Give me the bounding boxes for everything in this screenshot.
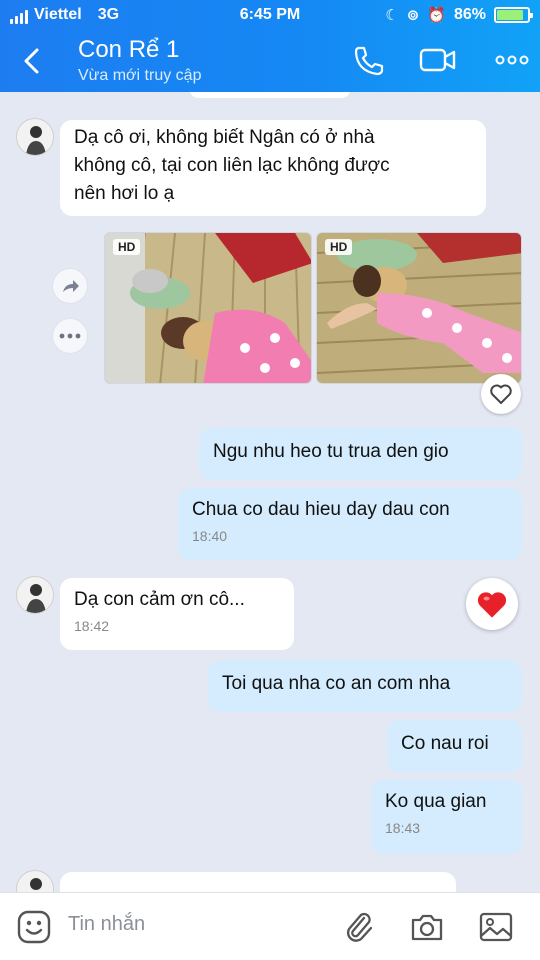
message-time: 18:40 [192, 528, 228, 544]
photo-attachment[interactable]: HD [316, 232, 522, 384]
more-icon[interactable] [494, 44, 530, 76]
message-bubble-outgoing[interactable]: Co nau roi [387, 720, 522, 772]
alarm-icon: ⏰ [427, 7, 446, 24]
photo-image [105, 233, 311, 383]
video-icon[interactable] [418, 44, 458, 76]
rotation-lock-icon: ⊚ [406, 7, 420, 24]
chat-header: Viettel 3G 6:45 PM ☾ ⊚ ⏰ 86% Con Rể 1 Vừ… [0, 0, 540, 92]
avatar[interactable] [16, 576, 54, 614]
message-text: nên hơi lo ạ [74, 183, 175, 204]
message-bubble-incoming[interactable] [60, 872, 456, 892]
message-text: Toi qua nha co an com nha [222, 673, 451, 694]
message-input[interactable]: Tin nhắn [68, 913, 145, 936]
message-bubble-outgoing[interactable]: Chua co dau hieu day dau con 18:40 [178, 488, 522, 560]
message-text: Ngu nhu heo tu trua den gio [213, 441, 449, 462]
presence-status: Vừa mới truy cập [78, 67, 202, 84]
message-composer: Tin nhắn [0, 892, 540, 960]
previous-message-stub [190, 92, 350, 98]
message-bubble-outgoing[interactable]: Toi qua nha co an com nha [208, 660, 522, 712]
message-text: Dạ cô ơi, không biết Ngân có ở nhà [74, 127, 375, 148]
message-bubble-incoming[interactable]: Dạ cô ơi, không biết Ngân có ở nhà không… [60, 120, 486, 216]
message-bubble-outgoing[interactable]: Ko qua gian 18:43 [371, 780, 522, 854]
status-bar: Viettel 3G 6:45 PM ☾ ⊚ ⏰ 86% [0, 6, 540, 26]
paperclip-icon[interactable] [340, 909, 376, 945]
message-text: Dạ con cảm ơn cô... [74, 589, 245, 610]
moon-icon: ☾ [385, 7, 399, 24]
image-icon[interactable] [478, 909, 514, 945]
message-bubble-incoming[interactable]: Dạ con cảm ơn cô... 18:42 [60, 578, 294, 650]
message-text: Ko qua gian [385, 791, 487, 812]
page-title[interactable]: Con Rể 1 [78, 36, 179, 64]
message-text: không cô, tại con liên lạc không được [74, 155, 390, 176]
hd-badge: HD [113, 239, 141, 255]
share-icon[interactable] [52, 268, 88, 304]
hd-badge: HD [325, 239, 353, 255]
heart-outline-icon[interactable] [481, 374, 521, 414]
photo-attachment[interactable]: HD [104, 232, 312, 384]
message-time: 18:43 [385, 820, 421, 836]
battery-icon [494, 7, 533, 23]
chevron-left-icon[interactable] [18, 46, 46, 76]
battery-percent: 86% [453, 6, 486, 23]
phone-icon[interactable] [350, 44, 386, 76]
photo-image [317, 233, 521, 383]
message-bubble-outgoing[interactable]: Ngu nhu heo tu trua den gio [199, 428, 522, 480]
message-text: Co nau roi [401, 733, 489, 754]
heart-filled-icon[interactable] [466, 578, 518, 630]
avatar[interactable] [16, 118, 54, 156]
camera-icon[interactable] [409, 909, 445, 945]
emoji-icon[interactable] [16, 909, 52, 945]
ellipsis-icon[interactable] [52, 318, 88, 354]
message-list[interactable]: Dạ cô ơi, không biết Ngân có ở nhà không… [0, 92, 540, 892]
avatar[interactable] [16, 870, 54, 892]
message-text: Chua co dau hieu day dau con [192, 499, 450, 520]
message-time: 18:42 [74, 618, 110, 634]
